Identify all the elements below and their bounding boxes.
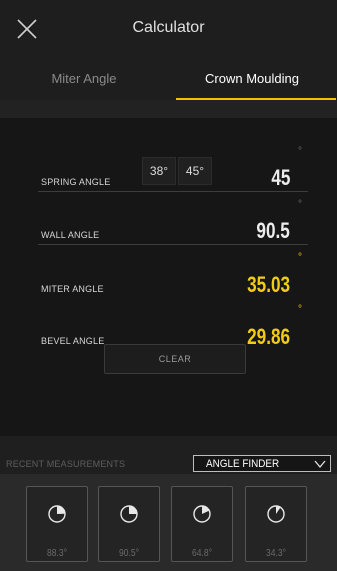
tab-bar: Miter Angle Crown Moulding	[0, 60, 337, 100]
miter-angle-unit: °	[298, 252, 302, 263]
bevel-angle-unit: °	[298, 304, 302, 315]
wall-angle-value[interactable]: 90.5	[257, 218, 290, 244]
preset-38-button[interactable]: 38°	[142, 157, 176, 185]
page-title: Calculator	[132, 19, 205, 36]
calculator-panel: SPRING ANGLE 38° 45° 45 ° WALL ANGLE 90.…	[0, 118, 337, 436]
wall-angle-unit: °	[298, 199, 302, 210]
clear-button[interactable]: CLEAR	[104, 344, 246, 374]
spring-angle-label: SPRING ANGLE	[41, 177, 111, 187]
tab-miter-angle[interactable]: Miter Angle	[0, 60, 168, 100]
recent-measurement-card[interactable]: 88.3°	[26, 486, 88, 562]
bevel-angle-value: 29.86	[247, 324, 290, 349]
spring-angle-unit: °	[298, 146, 302, 157]
chevron-down-icon	[314, 460, 326, 469]
angle-dial-icon	[267, 505, 285, 523]
recent-measurement-value: 90.5°	[119, 548, 139, 559]
recent-measurement-card[interactable]: 90.5°	[98, 486, 160, 562]
divider-bar	[0, 100, 337, 118]
bevel-angle-row: BEVEL ANGLE 29.86 °	[38, 298, 308, 350]
angle-dial-icon	[48, 505, 66, 523]
select-value: ANGLE FINDER	[206, 458, 280, 470]
recent-measurements-bar: RECENT MEASUREMENTS ANGLE FINDER	[0, 436, 337, 474]
miter-angle-value: 35.03	[247, 272, 290, 297]
miter-angle-label: MITER ANGLE	[41, 284, 104, 294]
angle-dial-icon	[120, 505, 138, 523]
recent-measurement-card[interactable]: 64.8°	[171, 486, 233, 562]
recent-measurements-tray: 88.3° 90.5° 64.8° 34.3°	[0, 474, 337, 571]
miter-angle-row: MITER ANGLE 35.03 °	[38, 246, 308, 298]
spring-angle-value[interactable]: 45	[271, 165, 290, 191]
spring-angle-row: SPRING ANGLE 38° 45° 45 °	[38, 140, 308, 192]
recent-measurement-card[interactable]: 34.3°	[245, 486, 307, 562]
wall-angle-label: WALL ANGLE	[41, 230, 100, 240]
recent-measurement-value: 34.3°	[266, 548, 286, 559]
recent-measurements-label: RECENT MEASUREMENTS	[6, 459, 126, 469]
measurement-source-select[interactable]: ANGLE FINDER	[193, 455, 331, 472]
app-header: Calculator	[0, 0, 337, 60]
tab-crown-moulding[interactable]: Crown Moulding	[168, 60, 336, 100]
angle-dial-icon	[193, 505, 211, 523]
bevel-angle-label: BEVEL ANGLE	[41, 336, 105, 346]
recent-measurement-value: 88.3°	[47, 548, 67, 559]
recent-measurement-value: 64.8°	[192, 548, 212, 559]
preset-45-button[interactable]: 45°	[178, 157, 212, 185]
wall-angle-row: WALL ANGLE 90.5 °	[38, 193, 308, 245]
